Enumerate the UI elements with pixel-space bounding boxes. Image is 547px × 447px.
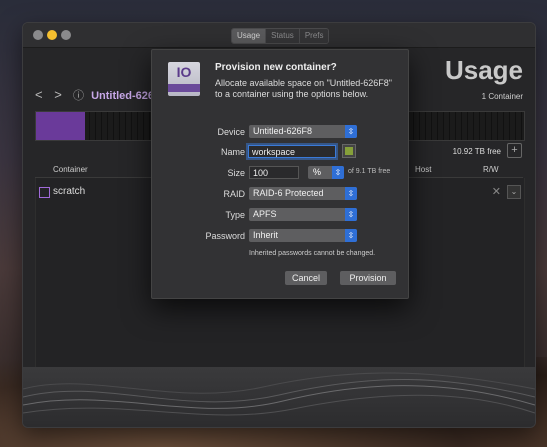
free-space-label: 10.92 TB free	[452, 147, 501, 156]
type-select[interactable]: APFS ⇳	[249, 208, 357, 221]
device-label: Device	[217, 127, 245, 137]
info-icon[interactable]: ⓘ	[73, 90, 84, 102]
container-document-icon: IO	[168, 62, 200, 96]
provision-dialog: IO Provision new container? Allocate ava…	[151, 49, 409, 299]
zoom-window-button[interactable]	[61, 30, 71, 40]
navigation-arrows: < >	[35, 87, 70, 102]
provision-button[interactable]: Provision	[340, 271, 396, 285]
row-menu-chevron-icon[interactable]: ⌄	[507, 185, 521, 199]
size-free-hint: of 9.1 TB free	[348, 168, 391, 175]
dialog-title: Provision new container?	[215, 62, 337, 73]
name-label: Name	[220, 147, 245, 157]
view-segmented-control: Usage Status Prefs	[231, 28, 330, 44]
tab-prefs[interactable]: Prefs	[299, 29, 329, 43]
back-arrow-icon[interactable]: <	[35, 87, 43, 102]
container-name-input[interactable]: workspace	[248, 145, 336, 158]
add-container-button[interactable]: +	[507, 143, 522, 158]
close-window-button[interactable]	[33, 30, 43, 40]
updown-chevron-icon: ⇳	[345, 229, 357, 242]
password-label: Password	[205, 231, 245, 241]
pin-icon[interactable]: ✕	[492, 185, 501, 198]
dialog-description: Allocate available space on "Untitled-62…	[215, 78, 392, 99]
device-breadcrumb[interactable]: ⓘ Untitled-626F	[73, 87, 161, 103]
updown-chevron-icon: ⇳	[345, 187, 357, 200]
column-header-rw[interactable]: R/W	[483, 165, 499, 174]
type-label: Type	[225, 210, 245, 220]
updown-chevron-icon: ⇳	[332, 166, 344, 179]
updown-chevron-icon: ⇳	[345, 208, 357, 221]
size-label: Size	[227, 168, 245, 178]
size-unit-select[interactable]: % ⇳	[308, 166, 344, 179]
title-bar: Usage Status Prefs	[23, 23, 535, 48]
raid-select[interactable]: RAID-6 Protected ⇳	[249, 187, 357, 200]
minimize-window-button[interactable]	[47, 30, 57, 40]
column-header-host[interactable]: Host	[415, 165, 431, 174]
container-color-swatch	[39, 187, 50, 198]
password-note: Inherited passwords cannot be changed.	[249, 250, 376, 257]
size-input[interactable]: 100	[249, 166, 299, 179]
device-select[interactable]: Untitled-626F8 ⇳	[249, 125, 357, 138]
forward-arrow-icon[interactable]: >	[54, 87, 62, 102]
cancel-button[interactable]: Cancel	[285, 271, 327, 285]
tab-status[interactable]: Status	[266, 29, 300, 43]
container-name: scratch	[53, 186, 86, 197]
raid-label: RAID	[223, 189, 245, 199]
tab-usage[interactable]: Usage	[232, 29, 267, 43]
decorative-wave-footer	[23, 367, 535, 427]
usage-bar-fill	[36, 112, 85, 140]
page-title: Usage	[444, 55, 523, 85]
container-count: 1 Container	[481, 92, 523, 101]
updown-chevron-icon: ⇳	[345, 125, 357, 138]
column-header-container[interactable]: Container	[53, 165, 88, 174]
password-select[interactable]: Inherit ⇳	[249, 229, 357, 242]
container-color-picker[interactable]	[342, 144, 356, 158]
